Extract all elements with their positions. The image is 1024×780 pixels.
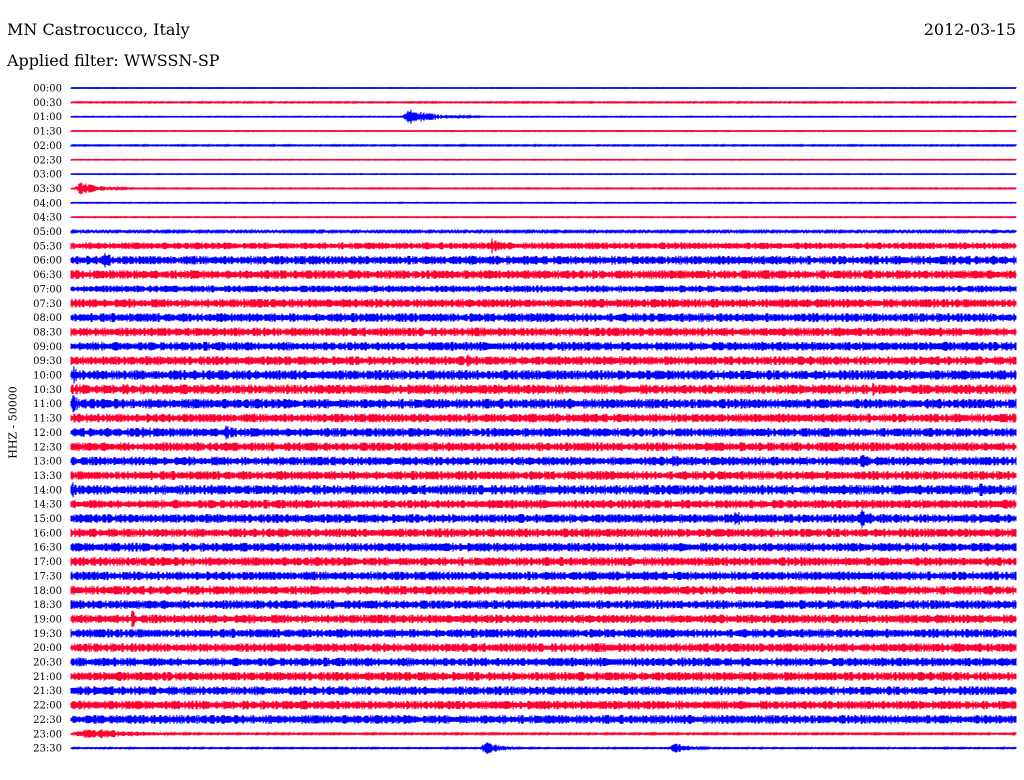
time-tick-label: 19:30 — [33, 629, 62, 640]
time-tick-label: 22:00 — [33, 701, 62, 712]
time-tick-label: 06:00 — [33, 256, 62, 267]
time-tick-label: 16:30 — [33, 543, 62, 554]
time-tick-label: 10:00 — [33, 371, 62, 382]
time-tick-label: 04:00 — [33, 198, 62, 209]
time-tick-label: 14:00 — [33, 485, 62, 496]
time-tick-label: 12:00 — [33, 428, 62, 439]
time-tick-label: 11:00 — [33, 399, 62, 410]
time-tick-label: 12:30 — [33, 442, 62, 453]
time-tick-label: 17:00 — [33, 557, 62, 568]
time-tick-label: 02:00 — [33, 141, 62, 152]
time-tick-label: 15:00 — [33, 514, 62, 525]
time-tick-label: 13:30 — [33, 471, 62, 482]
time-tick-label: 11:30 — [33, 414, 62, 425]
time-tick-label: 21:00 — [33, 672, 62, 683]
time-tick-label: 22:30 — [33, 715, 62, 726]
time-tick-label: 07:30 — [33, 299, 62, 310]
time-tick-label: 14:30 — [33, 500, 62, 511]
time-tick-label: 21:30 — [33, 686, 62, 697]
time-tick-label: 08:30 — [33, 327, 62, 338]
time-tick-label: 03:30 — [33, 184, 62, 195]
time-tick-label: 09:30 — [33, 356, 62, 367]
time-tick-label: 01:30 — [33, 127, 62, 138]
time-tick-label: 05:30 — [33, 241, 62, 252]
seismogram-plot: 00:00 00:30 01:00 01:30 02:00 02:30 03:00 03:30… — [33, 84, 1017, 755]
time-tick-label: 09:00 — [33, 342, 62, 353]
time-tick-label: 19:00 — [33, 614, 62, 625]
time-tick-label: 20:30 — [33, 658, 62, 669]
time-tick-label: 20:00 — [33, 643, 62, 654]
time-tick-label: 06:30 — [33, 270, 62, 281]
time-tick-label: 08:00 — [33, 313, 62, 324]
time-tick-label: 10:30 — [33, 385, 62, 396]
time-tick-label: 03:00 — [33, 170, 62, 181]
time-tick-label: 18:30 — [33, 600, 62, 611]
time-tick-label: 13:00 — [33, 457, 62, 468]
time-tick-label: 01:00 — [33, 112, 62, 123]
time-tick-label: 18:00 — [33, 586, 62, 597]
time-tick-label: 16:00 — [33, 528, 62, 539]
time-tick-label: 05:00 — [33, 227, 62, 238]
time-tick-label: 23:30 — [33, 744, 62, 755]
time-tick-label: 07:00 — [33, 284, 62, 295]
time-tick-label: 17:30 — [33, 571, 62, 582]
seismic-traces — [70, 86, 1017, 754]
time-tick-label: 00:30 — [33, 98, 62, 109]
time-tick-labels: 00:00 00:30 01:00 01:30 02:00 02:30 03:00 03:30… — [33, 84, 62, 755]
time-tick-label: 00:00 — [33, 84, 62, 95]
time-tick-label: 02:30 — [33, 155, 62, 166]
time-tick-label: 23:00 — [33, 729, 62, 740]
time-tick-label: 04:30 — [33, 213, 62, 224]
